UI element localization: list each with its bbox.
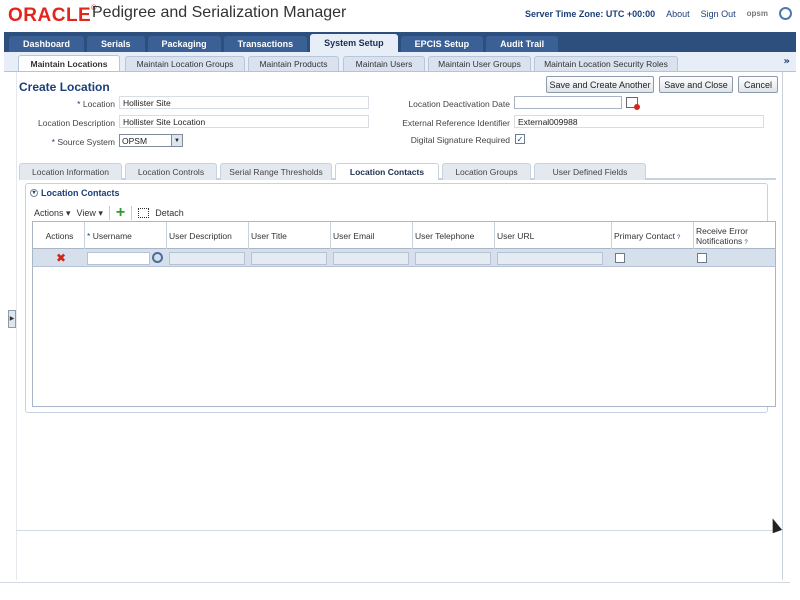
contacts-table: Actions * Username User Description User…	[32, 221, 776, 407]
col-receive-error-notifications[interactable]: Receive Error Notifications?	[694, 222, 776, 249]
tab-location-contacts[interactable]: Location Contacts	[335, 163, 439, 180]
receive-error-checkbox[interactable]	[697, 253, 707, 263]
external-reference-label: External Reference Identifier	[402, 118, 510, 128]
subtab-maintain-location-security-roles[interactable]: Maintain Location Security Roles	[534, 56, 678, 71]
oracle-logo: ORACLE®	[8, 5, 97, 26]
primary-contact-checkbox[interactable]	[615, 253, 625, 263]
content-divider	[16, 530, 776, 531]
tab-location-groups[interactable]: Location Groups	[442, 163, 531, 180]
table-toolbar: Actions ▾ View ▾ + Detach	[34, 204, 184, 222]
col-actions: Actions	[33, 222, 85, 249]
help-icon[interactable]: ?	[744, 238, 750, 246]
main-tab-bar: Dashboard Serials Packaging Transactions…	[4, 32, 796, 52]
deactivation-date-label: Location Deactivation Date	[408, 99, 510, 109]
help-icon[interactable]: ?	[677, 233, 683, 241]
tab-epcis-setup[interactable]: EPCIS Setup	[400, 36, 484, 52]
add-icon[interactable]: +	[116, 205, 125, 221]
actions-menu[interactable]: Actions ▾	[34, 208, 71, 219]
subtab-maintain-users[interactable]: Maintain Users	[343, 56, 425, 71]
digital-signature-label: Digital Signature Required	[410, 135, 510, 145]
table-row[interactable]: ✖	[33, 249, 775, 267]
user-email-input[interactable]	[333, 252, 409, 265]
col-user-description[interactable]: User Description	[167, 222, 249, 249]
more-tabs-icon[interactable]: »	[784, 56, 790, 67]
source-system-label: * Source System	[51, 137, 115, 147]
col-username[interactable]: * Username	[85, 222, 167, 249]
location-field[interactable]: Hollister Site	[119, 96, 369, 109]
expand-panel-handle[interactable]: ▶	[8, 310, 16, 328]
main-content: Create Location Save and Create Another …	[16, 72, 783, 580]
tab-serials[interactable]: Serials	[87, 36, 145, 52]
oracle-o-icon	[779, 7, 792, 20]
table-header: Actions * Username User Description User…	[33, 222, 775, 249]
app-title: Pedigree and Serialization Manager	[92, 4, 347, 21]
deactivation-date-field[interactable]	[514, 96, 622, 109]
server-time-zone: Server Time Zone: UTC +00:00	[524, 8, 656, 19]
source-system-value: OPSM	[122, 135, 148, 146]
external-reference-field[interactable]: External009988	[514, 115, 764, 128]
tab-user-defined-fields[interactable]: User Defined Fields	[534, 163, 646, 180]
user-title-input[interactable]	[251, 252, 327, 265]
collapse-icon[interactable]: ▾	[30, 189, 38, 197]
col-primary-contact[interactable]: Primary Contact?	[612, 222, 694, 249]
username-input[interactable]	[87, 252, 150, 265]
view-menu[interactable]: View ▾	[77, 208, 103, 219]
col-user-url[interactable]: User URL	[495, 222, 612, 249]
detail-tab-bar: Location Information Location Controls S…	[19, 163, 776, 180]
username-label: opsm	[746, 9, 768, 18]
detach-icon[interactable]	[138, 208, 150, 218]
toolbar-separator	[131, 206, 133, 220]
tab-audit-trail[interactable]: Audit Trail	[486, 36, 559, 52]
page-title: Create Location	[19, 80, 110, 94]
digital-signature-checkbox[interactable]: ✓	[515, 134, 525, 144]
source-system-select[interactable]: OPSM ▼	[119, 134, 183, 147]
chevron-down-icon[interactable]: ▼	[171, 135, 182, 146]
calendar-icon[interactable]	[626, 97, 640, 110]
top-bar: ORACLE® Pedigree and Serialization Manag…	[0, 0, 800, 32]
tab-location-controls[interactable]: Location Controls	[125, 163, 217, 180]
detach-button[interactable]: Detach	[155, 208, 184, 218]
subtab-maintain-user-groups[interactable]: Maintain User Groups	[428, 56, 531, 71]
col-user-telephone[interactable]: User Telephone	[413, 222, 495, 249]
location-description-label: Location Description	[37, 118, 115, 128]
user-url-input[interactable]	[497, 252, 603, 265]
panel-title: Location Contacts	[41, 188, 120, 198]
panel-header[interactable]: ▾ Location Contacts	[30, 188, 120, 198]
sign-out-link[interactable]: Sign Out	[701, 9, 736, 19]
location-label: * Location	[77, 99, 115, 109]
save-and-close-button[interactable]: Save and Close	[659, 76, 733, 93]
cancel-button[interactable]: Cancel	[738, 76, 778, 93]
bottom-bar	[0, 582, 790, 600]
col-user-email[interactable]: User Email	[331, 222, 413, 249]
location-contacts-panel: ▾ Location Contacts Actions ▾ View ▾ + D…	[25, 183, 776, 413]
subtab-maintain-location-groups[interactable]: Maintain Location Groups	[125, 56, 245, 71]
tab-serial-range-thresholds[interactable]: Serial Range Thresholds	[220, 163, 332, 180]
sub-tab-bar: Maintain Locations Maintain Location Gro…	[4, 52, 796, 72]
delete-icon[interactable]: ✖	[56, 252, 66, 264]
tab-transactions[interactable]: Transactions	[223, 36, 308, 52]
about-link[interactable]: About	[666, 9, 690, 19]
user-description-input[interactable]	[169, 252, 245, 265]
location-description-field[interactable]: Hollister Site Location	[119, 115, 369, 128]
search-icon[interactable]	[152, 252, 163, 263]
tab-dashboard[interactable]: Dashboard	[9, 36, 85, 52]
tab-location-information[interactable]: Location Information	[19, 163, 122, 180]
tab-packaging[interactable]: Packaging	[147, 36, 221, 52]
toolbar-separator	[108, 206, 110, 220]
subtab-maintain-products[interactable]: Maintain Products	[248, 56, 339, 71]
tab-system-setup[interactable]: System Setup	[310, 34, 398, 52]
save-and-create-another-button[interactable]: Save and Create Another	[546, 76, 654, 93]
subtab-maintain-locations[interactable]: Maintain Locations	[18, 55, 120, 71]
global-links: Server Time Zone: UTC +00:00 About Sign …	[525, 7, 792, 20]
user-telephone-input[interactable]	[415, 252, 491, 265]
col-user-title[interactable]: User Title	[249, 222, 331, 249]
